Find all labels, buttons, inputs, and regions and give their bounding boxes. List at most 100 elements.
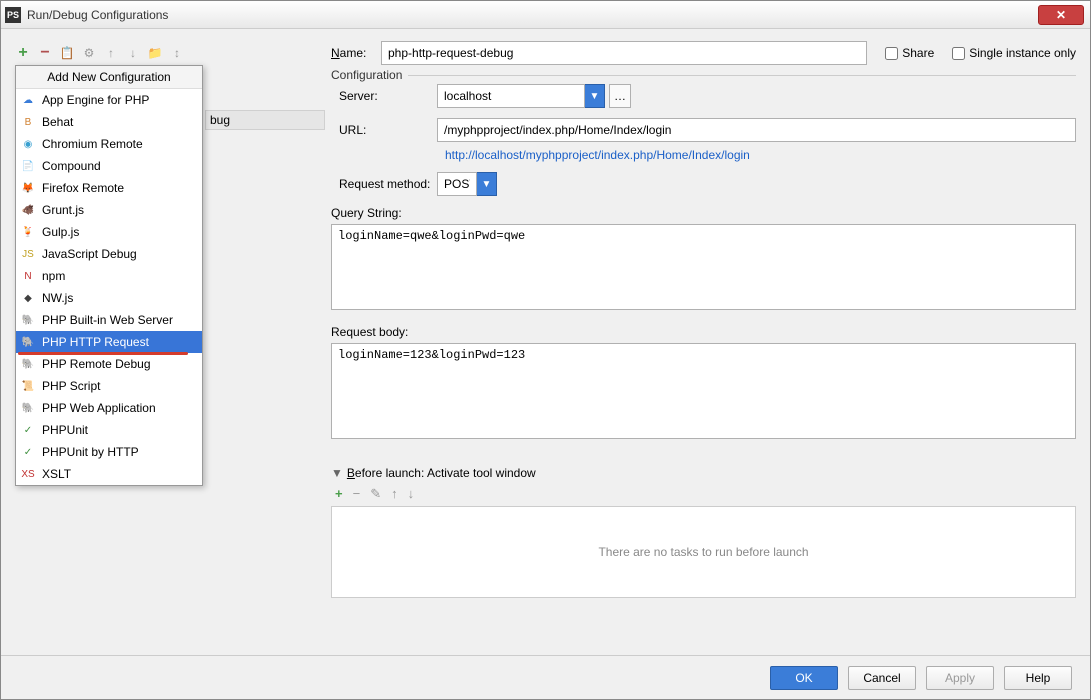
config-type-icon: 📜 [20,378,36,394]
popup-item-firefox-remote[interactable]: 🦊Firefox Remote [16,177,202,199]
server-browse-button[interactable]: … [609,84,631,108]
popup-item-label: PHP Built-in Web Server [42,313,173,327]
share-checkbox[interactable]: Share [885,46,934,60]
close-button[interactable]: ✕ [1038,5,1084,25]
url-label: URL: [331,123,437,137]
config-type-icon: 🐘 [20,400,36,416]
popup-item-grunt-js[interactable]: 🐗 Grunt.js [16,199,202,221]
popup-list: ☁App Engine for PHPBBehat ◉ Chromium Remot… [16,89,202,485]
folder-icon[interactable]: 📁 [147,45,163,61]
server-input[interactable] [437,84,585,108]
before-up-icon[interactable]: ↑ [391,486,398,502]
popup-item-javascript-debug[interactable]: JS JavaScript Debug [16,243,202,265]
down-icon[interactable]: ↓ [125,45,141,61]
left-panel: + − 📋 ⚙ ↑ ↓ 📁 ↕ bug Add New Configuratio… [15,41,319,647]
name-input[interactable] [381,41,867,65]
config-type-icon: ◉ [20,136,36,152]
cancel-button[interactable]: Cancel [848,666,916,690]
before-toolbar: + − ✎ ↑ ↓ [331,486,1076,502]
config-toolbar: + − 📋 ⚙ ↑ ↓ 📁 ↕ [15,41,319,65]
config-type-icon: 🍹 [20,224,36,240]
popup-item-php-http-request[interactable]: 🐘PHP HTTP Request [16,331,202,353]
copy-icon[interactable]: 📋 [59,45,75,61]
popup-item-chromium-remote[interactable]: ◉ Chromium Remote [16,133,202,155]
before-launch-group: ▼ Before launch: Activate tool window + … [331,466,1076,598]
titlebar: PS Run/Debug Configurations ✕ [1,1,1090,29]
config-type-icon: 🐗 [20,202,36,218]
tree-item-partial[interactable]: bug [205,110,325,130]
body-label: Request body: [331,325,1076,339]
method-combo[interactable]: ▼ [437,172,497,196]
popup-item-label: PHPUnit by HTTP [42,445,139,459]
ok-button[interactable]: OK [770,666,838,690]
method-input[interactable] [437,172,477,196]
before-edit-icon[interactable]: ✎ [370,486,381,502]
popup-item-gulp-js[interactable]: 🍹 Gulp.js [16,221,202,243]
url-row: URL: [331,118,1076,142]
popup-item-phpunit-by-http[interactable]: ✓ PHPUnit by HTTP [16,441,202,463]
before-empty-text: There are no tasks to run before launch [598,545,808,559]
popup-item-behat[interactable]: BBehat [16,111,202,133]
server-dropdown-icon[interactable]: ▼ [585,84,605,108]
add-icon[interactable]: + [15,45,31,61]
popup-item-label: JavaScript Debug [42,247,137,261]
popup-header: Add New Configuration [16,66,202,89]
method-dropdown-icon[interactable]: ▼ [477,172,497,196]
full-url-link[interactable]: http://localhost/myphpproject/index.php/… [331,148,1076,162]
popup-item-app-engine-for-php[interactable]: ☁App Engine for PHP [16,89,202,111]
popup-item-php-web-application[interactable]: 🐘 PHP Web Application [16,397,202,419]
config-type-icon: 🐘 [20,312,36,328]
remove-icon[interactable]: − [37,45,53,61]
config-type-icon: 🐘 [20,356,36,372]
request-body-textarea[interactable]: loginName=123&loginPwd=123 [331,343,1076,439]
popup-item-label: PHPUnit [42,423,88,437]
popup-item-xslt[interactable]: XSXSLT [16,463,202,485]
dialog-body: + − 📋 ⚙ ↑ ↓ 📁 ↕ bug Add New Configuratio… [1,29,1090,655]
config-type-icon: 📄 [20,158,36,174]
server-combo[interactable]: ▼ [437,84,605,108]
before-down-icon[interactable]: ↓ [408,486,415,502]
before-remove-icon[interactable]: − [353,486,361,502]
settings-icon[interactable]: ⚙ [81,45,97,61]
collapse-icon[interactable]: ▼ [331,466,343,480]
popup-item-label: Grunt.js [42,203,84,217]
popup-item-label: PHP Web Application [42,401,156,415]
config-type-icon: 🦊 [20,180,36,196]
apply-button[interactable]: Apply [926,666,994,690]
method-row: Request method: ▼ [331,172,1076,196]
before-launch-label: Before launch: Activate tool window [347,466,536,480]
popup-item-php-built-in-web-server[interactable]: 🐘 PHP Built-in Web Server [16,309,202,331]
config-type-icon: N [20,268,36,284]
popup-item-label: Gulp.js [42,225,79,239]
popup-item-nw-js[interactable]: ◆NW.js [16,287,202,309]
up-icon[interactable]: ↑ [103,45,119,61]
config-legend: Configuration [331,68,408,82]
name-label: Name: [331,46,381,60]
config-type-icon: JS [20,246,36,262]
qs-label: Query String: [331,206,1076,220]
popup-item-php-script[interactable]: 📜 PHP Script [16,375,202,397]
config-type-icon: B [20,114,36,130]
url-input[interactable] [437,118,1076,142]
server-label: Server: [331,89,437,103]
popup-item-label: NW.js [42,291,73,305]
window-title: Run/Debug Configurations [27,8,1038,22]
popup-item-npm[interactable]: Nnpm [16,265,202,287]
help-button[interactable]: Help [1004,666,1072,690]
sort-icon[interactable]: ↕ [169,45,185,61]
popup-item-label: Chromium Remote [42,137,143,151]
config-type-icon: ✓ [20,422,36,438]
popup-item-phpunit[interactable]: ✓ PHPUnit [16,419,202,441]
popup-item-label: npm [42,269,65,283]
popup-item-label: Compound [42,159,101,173]
popup-item-label: PHP Script [42,379,100,393]
config-type-icon: ✓ [20,444,36,460]
popup-item-compound[interactable]: 📄 Compound [16,155,202,177]
before-add-icon[interactable]: + [335,486,343,502]
single-instance-checkbox[interactable]: Single instance only [952,46,1076,60]
popup-item-php-remote-debug[interactable]: 🐘 PHP Remote Debug [16,353,202,375]
popup-item-label: PHP Remote Debug [42,357,151,371]
before-launch-header[interactable]: ▼ Before launch: Activate tool window [331,466,1076,480]
query-string-textarea[interactable]: loginName=qwe&loginPwd=qwe [331,224,1076,310]
add-config-popup: Add New Configuration ☁App Engine for PH… [15,65,203,486]
